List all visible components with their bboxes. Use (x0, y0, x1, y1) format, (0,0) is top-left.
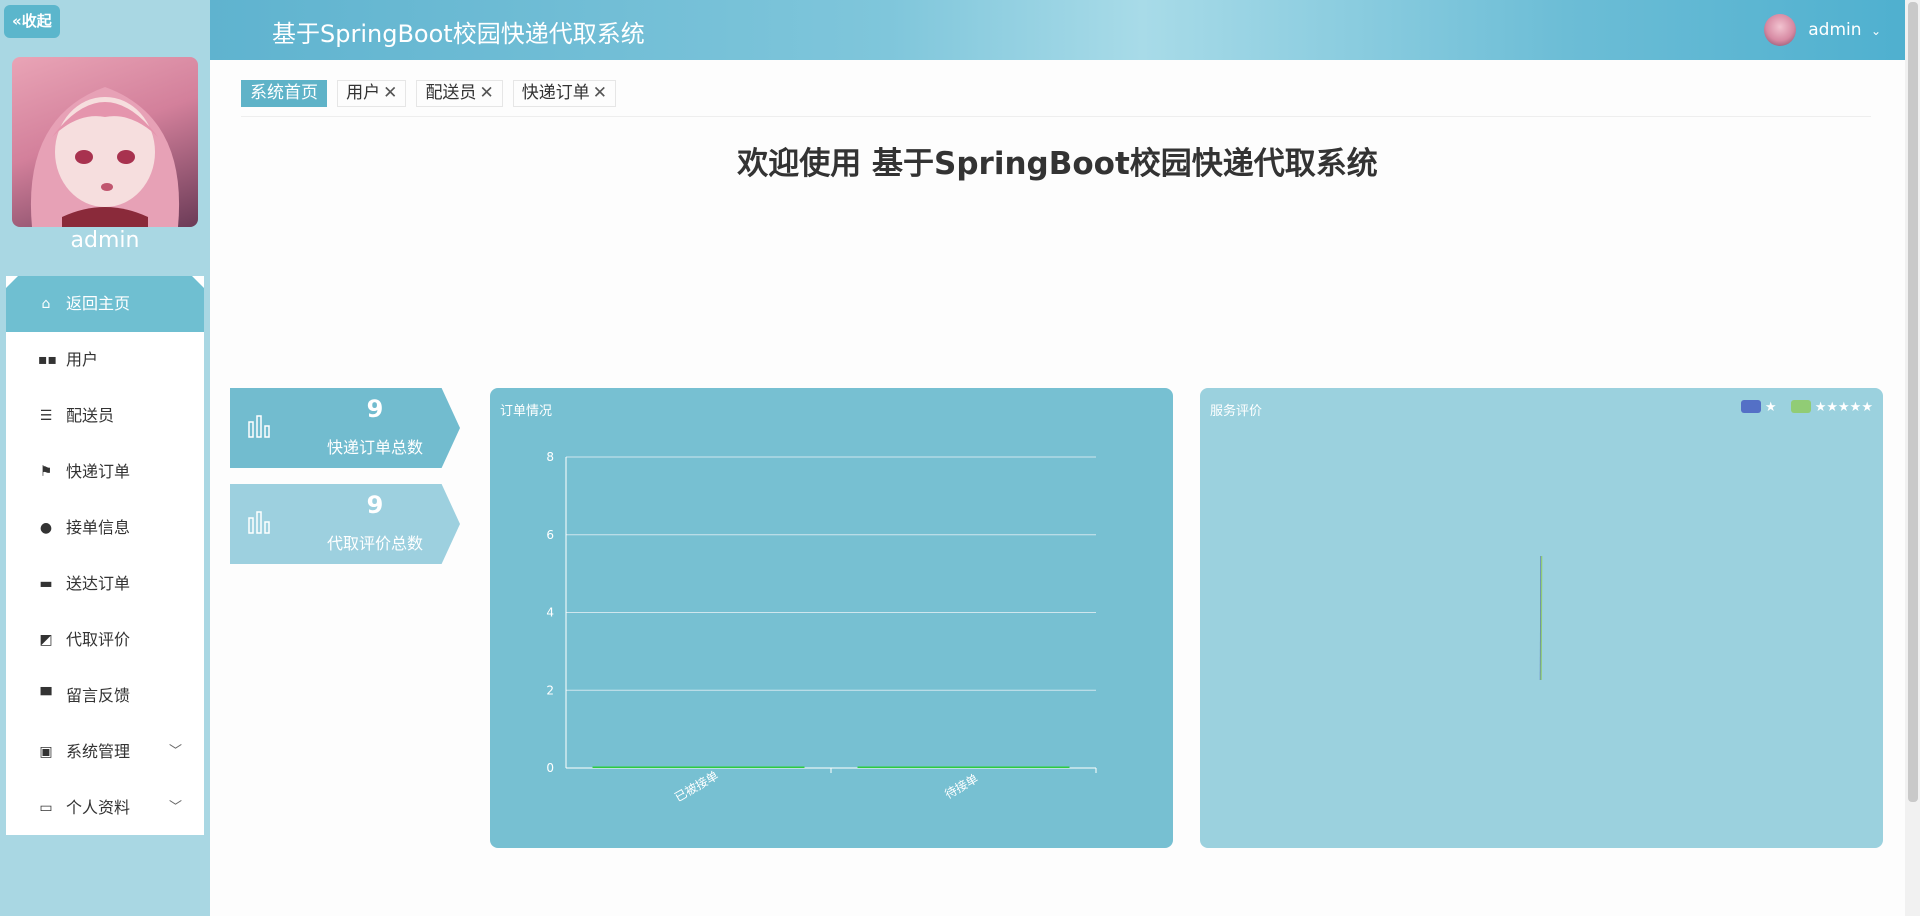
double-chevron-left-icon: « (12, 12, 22, 30)
y-tick-label: 8 (546, 450, 554, 464)
stat-label: 代取评价总数 (326, 534, 423, 553)
y-tick-label: 4 (546, 606, 554, 620)
app-title: 基于SpringBoot校园快递代取系统 (272, 20, 645, 48)
pie-slice (1540, 555, 1543, 681)
sidebar-item-label: 代取评价 (66, 630, 131, 649)
sidebar-item-express-orders[interactable]: ⚑ 快递订单 (6, 444, 204, 500)
tab-users[interactable]: 用户 ✕ (337, 80, 407, 107)
top-header: 基于SpringBoot校园快递代取系统 admin ⌄ (210, 0, 1905, 60)
inbox-icon: ▬ (39, 576, 53, 592)
sidebar-item-label: 返回主页 (66, 294, 131, 313)
chevron-down-icon: ﹀ (168, 744, 182, 759)
close-icon[interactable]: ✕ (593, 83, 607, 103)
tab-express-orders[interactable]: 快递订单 ✕ (512, 80, 617, 107)
tab-label: 快递订单 (521, 83, 590, 103)
sidebar-menu: ⌂ 返回主页 ▪▪ 用户 ☰ 配送员 ⚑ 快递订单 ● 接单信息 ▬ 送达订单 … (6, 276, 204, 835)
list-icon: ☰ (39, 408, 53, 424)
home-icon: ⌂ (41, 296, 51, 312)
stat-card-orders: 9 快递订单总数 (230, 388, 460, 468)
stat-value: 9 (366, 491, 384, 519)
close-icon[interactable]: ✕ (479, 83, 493, 103)
clipboard-icon: ▣ (39, 744, 53, 760)
grid-icon: ▪▪ (38, 352, 57, 368)
bar (857, 766, 1070, 768)
card-icon: ▭ (39, 800, 53, 816)
y-tick-label: 0 (546, 761, 554, 775)
sidebar-item-label: 送达订单 (66, 574, 131, 593)
orders-bar-chart: 0 2 4 6 8 已被接单 待接单 (546, 450, 1097, 805)
close-icon[interactable]: ✕ (383, 83, 397, 103)
tabs-divider (241, 116, 1871, 117)
flag-icon: ⚑ (39, 464, 53, 480)
x-tick-label: 待接单 (942, 771, 981, 802)
tab-home[interactable]: 系统首页 (241, 80, 327, 107)
page-scrollbar[interactable] (1905, 0, 1920, 916)
sidebar-item-label: 系统管理 (66, 742, 131, 761)
collapse-button[interactable]: «收起 (4, 5, 60, 38)
sidebar-item-system-management[interactable]: ▣ 系统管理 ﹀ (6, 724, 204, 780)
sidebar-item-delivered-orders[interactable]: ▬ 送达订单 (6, 556, 204, 612)
sidebar-item-couriers[interactable]: ☰ 配送员 (6, 388, 204, 444)
tab-bar: 系统首页 用户 ✕ 配送员 ✕ 快递订单 ✕ (241, 80, 621, 107)
bar-chart-icon (248, 415, 270, 438)
tab-label: 系统首页 (250, 83, 318, 103)
header-username: admin (1808, 20, 1862, 40)
y-tick-label: 2 (546, 683, 554, 697)
sidebar-item-accept-info[interactable]: ● 接单信息 (6, 500, 204, 556)
avatar (1764, 14, 1797, 46)
tab-label: 配送员 (425, 83, 477, 103)
avatar-illustration (30, 87, 180, 227)
bar-chart-icon (248, 511, 270, 534)
chart-icon: ◩ (39, 632, 53, 648)
sidebar-item-reviews[interactable]: ◩ 代取评价 (6, 612, 204, 668)
review-chart-panel: 服务评价 ★ ★★★★★ (1200, 388, 1883, 848)
sidebar-item-label: 接单信息 (66, 518, 131, 537)
sidebar-item-feedback[interactable]: ▀ 留言反馈 (6, 668, 204, 724)
page-title: 欢迎使用 基于SpringBoot校园快递代取系统 (737, 146, 1378, 182)
sidebar-item-label: 快递订单 (66, 462, 131, 481)
review-pie-chart (1539, 555, 1543, 681)
sidebar-item-label: 配送员 (66, 406, 115, 425)
sidebar: «收起 admin ⌂ 返回主页 ▪▪ 用户 ☰ 配送员 ⚑ 快递订单 ● 接单… (0, 0, 210, 916)
sidebar-item-users[interactable]: ▪▪ 用户 (6, 332, 204, 388)
sidebar-username: admin (70, 228, 140, 253)
sidebar-item-label: 用户 (66, 350, 99, 369)
orders-chart-panel: 订单情况 0 2 4 6 8 已被接单 待接单 (490, 388, 1173, 848)
tab-couriers[interactable]: 配送员 ✕ (416, 80, 503, 107)
sidebar-item-home[interactable]: ⌂ 返回主页 (6, 276, 204, 332)
y-tick-label: 6 (546, 528, 554, 542)
x-tick-label: 已被接单 (672, 768, 721, 805)
stat-card-reviews: 9 代取评价总数 (230, 484, 460, 564)
monitor-icon: ▀ (40, 688, 52, 704)
stat-label: 快递订单总数 (326, 438, 423, 457)
scrollbar-thumb[interactable] (1908, 2, 1918, 802)
user-icon: ● (39, 520, 53, 536)
user-menu[interactable]: admin ⌄ (1764, 12, 1881, 48)
sidebar-item-label: 留言反馈 (66, 686, 131, 705)
bar (592, 766, 805, 768)
collapse-label: 收起 (21, 12, 52, 30)
chevron-down-icon: ﹀ (168, 800, 182, 815)
sidebar-item-label: 个人资料 (66, 798, 131, 817)
stat-value: 9 (366, 395, 384, 423)
user-avatar-large (12, 57, 198, 227)
sidebar-item-profile[interactable]: ▭ 个人资料 ﹀ (6, 780, 204, 836)
chevron-down-icon: ⌄ (1870, 24, 1881, 38)
tab-label: 用户 (346, 83, 381, 103)
